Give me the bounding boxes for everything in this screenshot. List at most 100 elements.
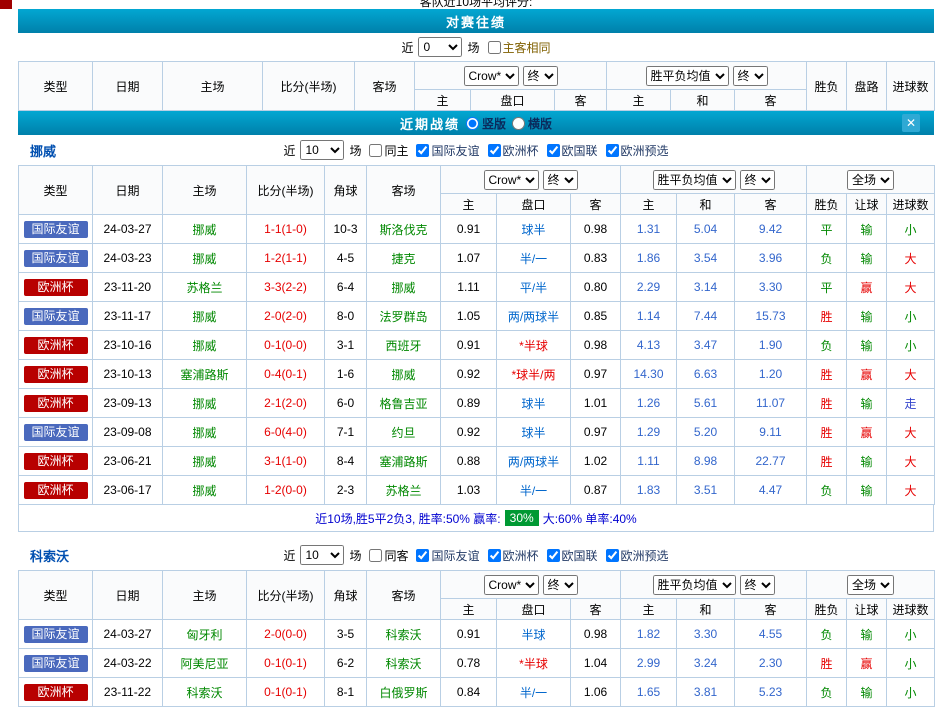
same-venue-option[interactable]: 同客 [364, 547, 408, 564]
sec1-scope-select[interactable]: 全场 [847, 575, 894, 595]
header-home-odds: 主 [441, 194, 497, 215]
close-icon[interactable]: ✕ [902, 114, 920, 132]
sec1-avg-select[interactable]: 胜平负均值 [653, 575, 736, 595]
result-goals: 小 [887, 215, 935, 244]
avg-home-odds: 1.65 [621, 678, 677, 707]
avg-draw-odds: 5.04 [677, 215, 735, 244]
match-score: 2-0(2-0) [247, 302, 325, 331]
match-type-cell: 欧洲杯 [19, 678, 93, 707]
sec0-avg-select[interactable]: 胜平负均值 [653, 170, 736, 190]
result-handicap: 输 [847, 476, 887, 505]
match-type-badge: 国际友谊 [24, 221, 88, 238]
league-checkbox[interactable] [606, 144, 619, 157]
home-team: 挪威 [163, 418, 247, 447]
league-filter-option[interactable]: 欧国联 [542, 547, 598, 564]
clipped-top-row: 客队近10场平均评分: [0, 0, 942, 9]
header-handicap-group: Crow*终 [441, 166, 621, 194]
match-score: 6-0(4-0) [247, 418, 325, 447]
match-score: 3-1(1-0) [247, 447, 325, 476]
league-filter-option[interactable]: 国际友谊 [411, 142, 479, 159]
header-avg-draw: 和 [671, 90, 735, 111]
match-row: 国际友谊24-03-23挪威1-2(1-1)4-5捷克1.07半/一0.831.… [19, 244, 935, 273]
horizontal-radio[interactable] [512, 117, 525, 130]
league-filter-option[interactable]: 欧洲预选 [601, 142, 669, 159]
same-home-away-checkbox[interactable] [488, 41, 501, 54]
match-type-cell: 欧洲杯 [19, 273, 93, 302]
avg-away-odds: 2.30 [735, 649, 807, 678]
result-goals: 小 [887, 678, 935, 707]
result-handicap: 输 [847, 620, 887, 649]
match-row: 国际友谊24-03-22阿美尼亚0-1(0-1)6-2科索沃0.78*半球1.0… [19, 649, 935, 678]
handicap-home-odds: 0.89 [441, 389, 497, 418]
away-team: 斯洛伐克 [367, 215, 441, 244]
h2h-games-select[interactable]: 0 [418, 37, 462, 57]
result-handicap: 输 [847, 447, 887, 476]
result-winloss: 胜 [807, 389, 847, 418]
header-avg-away: 客 [735, 90, 807, 111]
header-type: 类型 [19, 571, 93, 620]
league-filter-option[interactable]: 欧洲杯 [483, 142, 539, 159]
sec0-games-select[interactable]: 10 [300, 140, 344, 160]
layout-horizontal-option[interactable]: 横版 [506, 115, 552, 132]
handicap-home-odds: 1.07 [441, 244, 497, 273]
league-label: 欧洲杯 [503, 547, 539, 564]
h2h-avg-final-select[interactable]: 终 [733, 66, 768, 86]
top-partial-text: 客队近10场平均评分: [18, 0, 934, 9]
header-home: 主场 [163, 166, 247, 215]
match-row: 国际友谊23-11-17挪威2-0(2-0)8-0法罗群岛1.05两/两球半0.… [19, 302, 935, 331]
avg-draw-odds: 5.20 [677, 418, 735, 447]
home-team: 挪威 [163, 331, 247, 360]
league-label: 欧洲预选 [621, 547, 669, 564]
header-avg-odds-group: 胜平负均值终 [621, 571, 807, 599]
avg-draw-odds: 3.51 [677, 476, 735, 505]
league-label: 国际友谊 [431, 142, 479, 159]
match-date: 23-06-17 [93, 476, 163, 505]
league-filter-option[interactable]: 欧洲预选 [601, 547, 669, 564]
same-venue-checkbox[interactable] [369, 144, 382, 157]
league-checkbox[interactable] [488, 144, 501, 157]
league-checkbox[interactable] [547, 144, 560, 157]
match-score: 0-4(0-1) [247, 360, 325, 389]
sec0-company-select[interactable]: Crow* [484, 170, 539, 190]
league-label: 欧洲杯 [503, 142, 539, 159]
sec1-games-select[interactable]: 10 [300, 545, 344, 565]
handicap-home-odds: 0.91 [441, 215, 497, 244]
sec1-company-select[interactable]: Crow* [484, 575, 539, 595]
same-venue-checkbox[interactable] [369, 549, 382, 562]
sec0-avg-final-select[interactable]: 终 [740, 170, 775, 190]
h2h-avg-select[interactable]: 胜平负均值 [646, 66, 729, 86]
match-date: 24-03-22 [93, 649, 163, 678]
match-row: 欧洲杯23-10-13塞浦路斯0-4(0-1)1-6挪威0.92*球半/两0.9… [19, 360, 935, 389]
sec0-scope-select[interactable]: 全场 [847, 170, 894, 190]
league-filter-option[interactable]: 国际友谊 [411, 547, 479, 564]
vertical-radio[interactable] [466, 117, 479, 130]
result-handicap: 输 [847, 678, 887, 707]
header-pankou: 盘口 [471, 90, 555, 111]
corner-count: 2-3 [325, 476, 367, 505]
league-checkbox[interactable] [606, 549, 619, 562]
header-away-odds: 客 [555, 90, 607, 111]
sec0-final-select[interactable]: 终 [543, 170, 578, 190]
league-checkbox[interactable] [416, 144, 429, 157]
header-away-odds: 客 [571, 599, 621, 620]
same-venue-option[interactable]: 同主 [364, 142, 408, 159]
h2h-final-select[interactable]: 终 [523, 66, 558, 86]
league-filter-option[interactable]: 欧国联 [542, 142, 598, 159]
handicap-away-odds: 0.98 [571, 215, 621, 244]
league-checkbox[interactable] [547, 549, 560, 562]
league-filter-option[interactable]: 欧洲杯 [483, 547, 539, 564]
match-row: 国际友谊23-09-08挪威6-0(4-0)7-1约旦0.92球半0.971.2… [19, 418, 935, 447]
home-team: 挪威 [163, 244, 247, 273]
match-date: 23-11-20 [93, 273, 163, 302]
layout-vertical-option[interactable]: 竖版 [460, 115, 506, 132]
same-home-away-label: 主客相同 [503, 39, 551, 56]
h2h-company-select[interactable]: Crow* [464, 66, 519, 86]
league-checkbox[interactable] [416, 549, 429, 562]
away-team: 法罗群岛 [367, 302, 441, 331]
handicap-line: 两/两球半 [497, 302, 571, 331]
same-home-away-option[interactable]: 主客相同 [483, 39, 551, 56]
team-section: 科索沃近10场同客国际友谊欧洲杯欧国联欧洲预选类型日期主场比分(半场)角球客场C… [18, 540, 934, 707]
sec1-avg-final-select[interactable]: 终 [740, 575, 775, 595]
league-checkbox[interactable] [488, 549, 501, 562]
sec1-final-select[interactable]: 终 [543, 575, 578, 595]
